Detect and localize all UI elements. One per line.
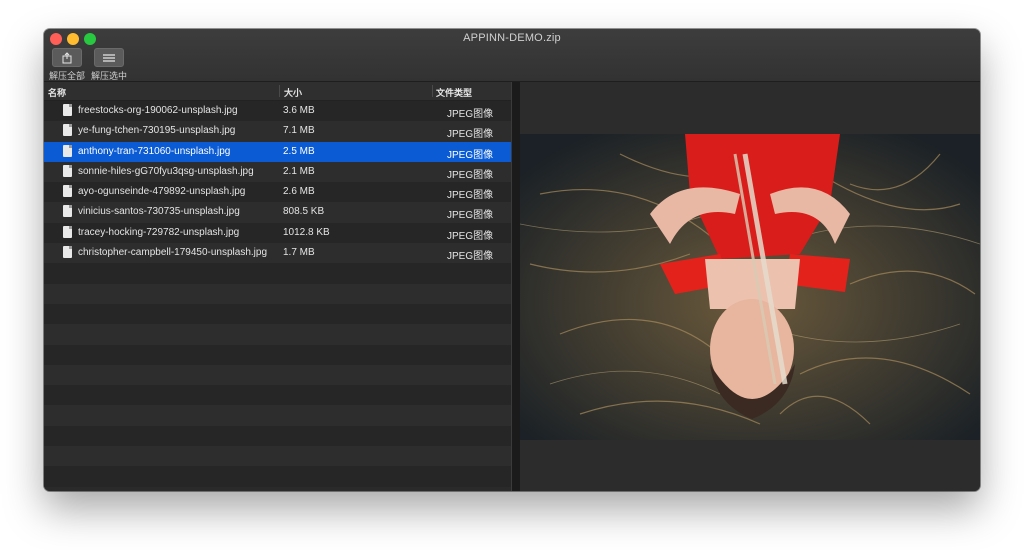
preview-image	[520, 134, 980, 440]
file-type: JPEG图像	[447, 149, 494, 161]
document-icon	[63, 185, 72, 198]
file-size: 2.1 MB	[283, 165, 315, 177]
empty-row	[44, 324, 511, 345]
empty-row	[44, 466, 511, 487]
file-size: 2.5 MB	[283, 145, 315, 157]
document-icon	[63, 144, 72, 157]
archive-window: APPINN-DEMO.zip 解压全部 解压选中 名称 大小 文件类型 fre…	[44, 29, 980, 491]
file-row[interactable]: freestocks-org-190062-unsplash.jpg 3.6 MB…	[44, 101, 511, 122]
file-size: 3.6 MB	[283, 105, 315, 116]
extract-all-label: 解压全部	[48, 71, 85, 81]
document-icon	[63, 205, 72, 218]
empty-row	[44, 303, 511, 325]
file-type: JPEG图像	[447, 129, 494, 141]
file-type: JPEG图像	[447, 169, 494, 181]
file-name: christopher-campbell-179450-unsplash.jpg	[78, 247, 267, 259]
column-name[interactable]: 名称	[48, 86, 66, 99]
file-row[interactable]: christopher-campbell-179450-unsplash.jpg…	[44, 243, 511, 264]
empty-row	[44, 446, 511, 467]
column-type[interactable]: 文件类型	[436, 86, 472, 99]
file-name: sonnie-hiles-gG70fyu3qsg-unsplash.jpg	[78, 165, 254, 177]
document-icon	[63, 225, 72, 238]
empty-row	[44, 385, 511, 406]
document-icon	[63, 124, 72, 137]
column-divider[interactable]	[432, 85, 433, 97]
empty-row	[44, 425, 511, 447]
file-rows: freestocks-org-190062-unsplash.jpg 3.6 MB…	[44, 101, 511, 487]
title-bar: APPINN-DEMO.zip 解压全部 解压选中	[44, 29, 980, 82]
column-divider[interactable]	[279, 85, 280, 97]
file-type: JPEG图像	[447, 210, 494, 222]
share-icon	[52, 48, 82, 67]
file-name: ayo-ogunseinde-479892-unsplash.jpg	[78, 186, 246, 198]
file-name: anthony-tran-731060-unsplash.jpg	[78, 145, 231, 157]
file-row[interactable]: ayo-ogunseinde-479892-unsplash.jpg 2.6 MB…	[44, 182, 511, 203]
empty-row	[44, 344, 511, 365]
file-row[interactable]: ye-fung-tchen-730195-unsplash.jpg 7.1 MB J…	[44, 121, 511, 142]
preview-pane	[520, 82, 980, 491]
empty-row	[44, 364, 511, 386]
extract-selected-label: 解压选中	[90, 71, 127, 81]
empty-row	[44, 263, 511, 284]
file-row[interactable]: vinicius-santos-730735-unsplash.jpg 808.5…	[44, 202, 511, 223]
file-row[interactable]: sonnie-hiles-gG70fyu3qsg-unsplash.jpg 2.1…	[44, 161, 511, 183]
file-row[interactable]: anthony-tran-731060-unsplash.jpg 2.5 MB JP…	[44, 141, 511, 162]
file-size: 7.1 MB	[283, 125, 315, 137]
file-type: JPEG图像	[447, 190, 494, 202]
file-name: ye-fung-tchen-730195-unsplash.jpg	[78, 125, 236, 137]
file-size: 1012.8 KB	[283, 226, 330, 238]
window-title: APPINN-DEMO.zip	[463, 32, 561, 44]
column-size[interactable]: 大小	[284, 86, 302, 99]
list-header: 名称 大小 文件类型	[44, 82, 511, 101]
file-type: JPEG图像	[447, 251, 494, 263]
document-icon	[63, 164, 72, 177]
extract-selected-button[interactable]: 解压选中	[86, 48, 132, 82]
list-icon	[94, 48, 124, 67]
file-type: JPEG图像	[447, 230, 494, 242]
document-icon	[63, 246, 72, 259]
file-name: tracey-hocking-729782-unsplash.jpg	[78, 226, 240, 238]
empty-row	[44, 283, 511, 304]
extract-all-button[interactable]: 解压全部	[44, 48, 90, 82]
file-type: JPEG图像	[447, 109, 494, 120]
file-list[interactable]: 名称 大小 文件类型 freestocks-org-190062-unsplas…	[44, 82, 511, 491]
empty-row	[44, 405, 511, 426]
file-size: 808.5 KB	[283, 206, 325, 218]
file-name: vinicius-santos-730735-unsplash.jpg	[78, 206, 240, 218]
file-name: freestocks-org-190062-unsplash.jpg	[78, 105, 238, 116]
document-icon	[63, 104, 72, 116]
file-size: 2.6 MB	[283, 186, 315, 198]
file-row[interactable]: tracey-hocking-729782-unsplash.jpg 1012.8…	[44, 222, 511, 244]
file-size: 1.7 MB	[283, 247, 315, 259]
